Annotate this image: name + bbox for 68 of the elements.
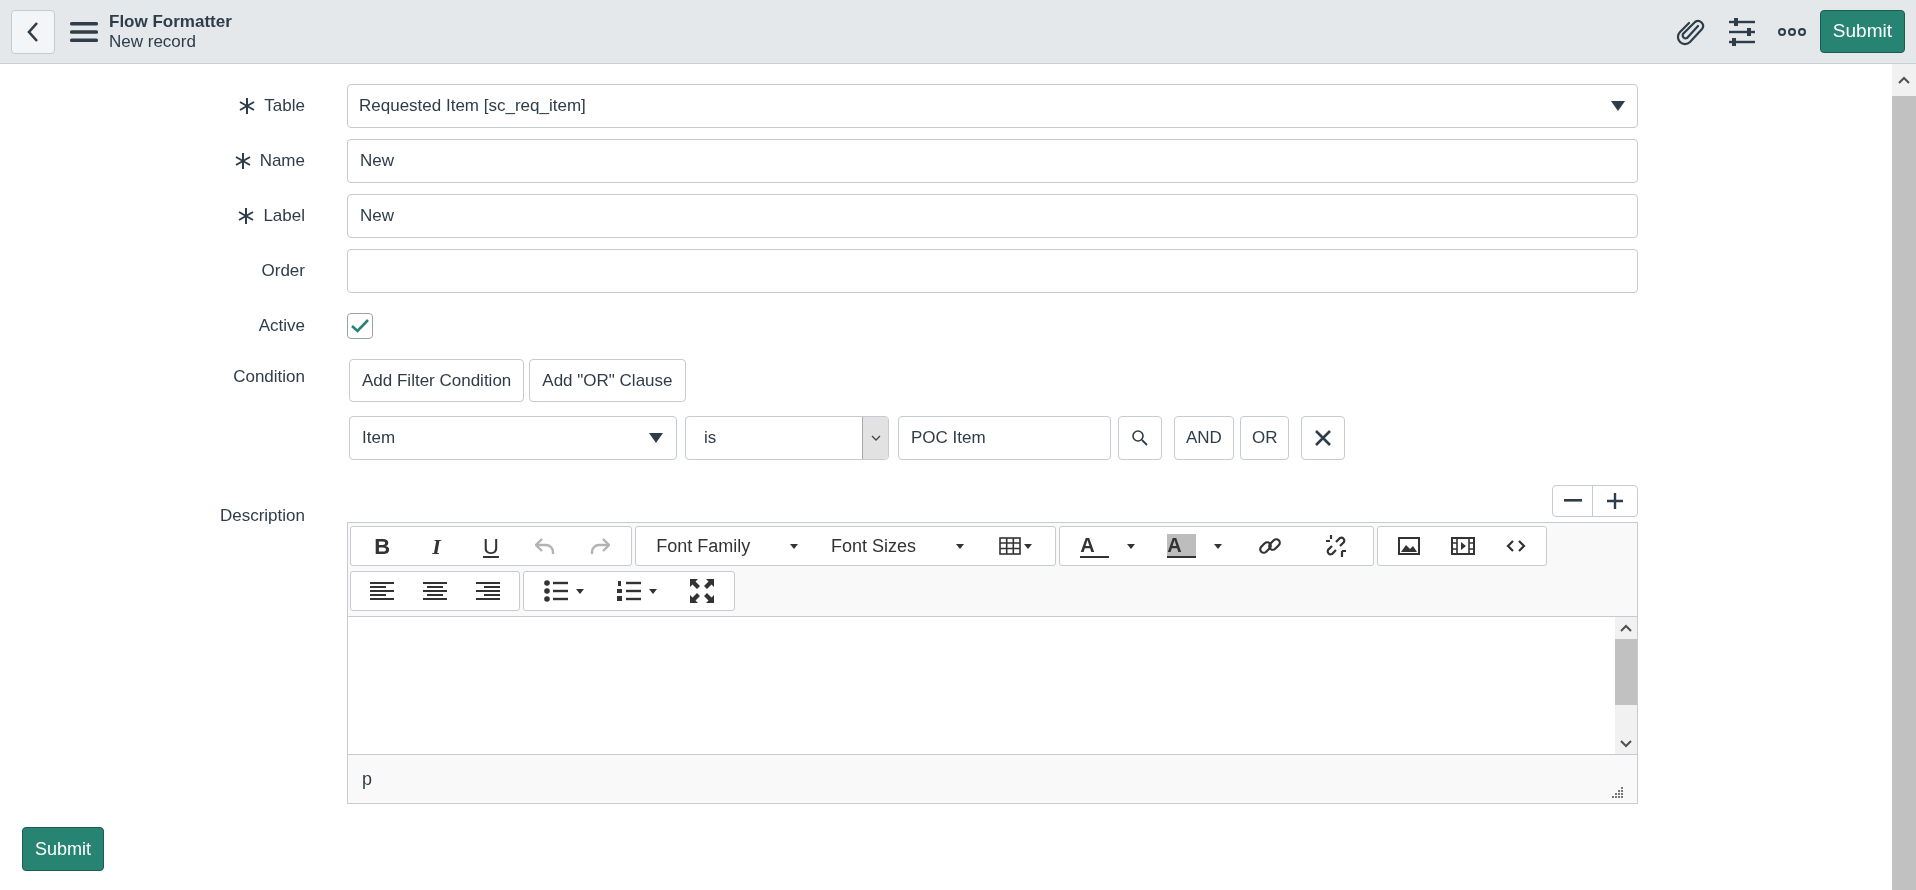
scroll-up-icon[interactable] — [1620, 624, 1632, 632]
checkbox[interactable] — [347, 313, 373, 339]
record-subtitle: New record — [109, 31, 197, 52]
field-label: Label — [263, 205, 305, 228]
record-title: Flow Formatter — [109, 11, 232, 32]
field-label: Order — [261, 260, 305, 283]
chevron-down-icon — [870, 435, 881, 441]
text-color-button[interactable]: A — [1074, 529, 1141, 563]
value-field[interactable]: POC Item — [898, 416, 1111, 460]
submit-button[interactable]: Submit — [1819, 10, 1905, 53]
field-label: Description — [219, 505, 305, 527]
plus-icon — [1607, 493, 1623, 509]
film-icon — [1451, 537, 1475, 555]
condition-button[interactable]: Add Filter Condition — [349, 359, 525, 402]
dropdown-icon — [648, 432, 664, 444]
align-right-icon — [476, 582, 501, 600]
field-select[interactable]: Item — [349, 416, 677, 460]
italic-button[interactable]: I — [416, 529, 457, 563]
element-path: p — [362, 767, 372, 791]
redo-icon — [589, 537, 610, 555]
settings-sliders-icon[interactable] — [1727, 17, 1756, 46]
scroll-down-icon[interactable] — [1620, 740, 1632, 748]
back-icon — [26, 20, 40, 43]
bold-button[interactable]: B — [362, 529, 403, 563]
align-left-icon — [369, 582, 394, 600]
table-select[interactable]: Requested Item [sc_req_item] — [347, 84, 1638, 128]
caret-icon — [956, 543, 965, 549]
fullscreen-icon — [689, 579, 714, 603]
table-icon — [998, 537, 1033, 555]
align-center-icon — [423, 582, 447, 600]
input-field[interactable] — [347, 249, 1638, 293]
highlight-color-button[interactable]: A — [1161, 529, 1228, 563]
field-label: Name — [259, 150, 305, 173]
font-dropdown[interactable]: Font Family — [648, 529, 807, 563]
caret-icon — [790, 543, 799, 549]
operator-select[interactable]: is — [685, 416, 889, 460]
field-label: Condition — [233, 366, 305, 389]
scrollbar[interactable] — [1615, 617, 1637, 754]
menu-icon — [69, 20, 99, 43]
scroll-up-icon[interactable] — [1897, 75, 1911, 85]
field-label: Active — [258, 315, 305, 338]
condition-button[interactable]: Add "OR" Clause — [529, 359, 686, 402]
field-label: Table — [264, 95, 305, 118]
check-icon — [351, 319, 369, 333]
font-dropdown[interactable]: Font Sizes — [823, 529, 973, 563]
code-icon — [1506, 539, 1527, 553]
logic-button[interactable]: AND — [1174, 416, 1234, 460]
underline-button[interactable]: U — [470, 529, 511, 563]
search-button[interactable] — [1118, 416, 1162, 460]
image-icon — [1397, 537, 1420, 555]
caret-icon — [1213, 543, 1222, 549]
caret-icon — [1126, 543, 1135, 549]
undo-icon — [535, 537, 556, 555]
more-options-icon[interactable] — [1777, 26, 1806, 37]
numbered-list-icon — [617, 580, 657, 602]
submit-button[interactable]: Submit — [22, 827, 105, 871]
input-field[interactable]: New — [347, 139, 1638, 183]
resize-handle-icon[interactable] — [1611, 787, 1623, 799]
minus-icon — [1563, 499, 1582, 503]
input-field[interactable]: New — [347, 194, 1638, 238]
remove-button[interactable] — [1301, 416, 1346, 460]
logic-button[interactable]: OR — [1239, 416, 1290, 460]
scrollbar-thumb[interactable] — [1615, 639, 1637, 705]
search-icon — [1131, 429, 1149, 447]
bullet-list-icon — [544, 580, 585, 602]
dropdown-icon — [1610, 100, 1626, 112]
back-button[interactable] — [11, 9, 55, 54]
close-icon — [1314, 429, 1333, 447]
